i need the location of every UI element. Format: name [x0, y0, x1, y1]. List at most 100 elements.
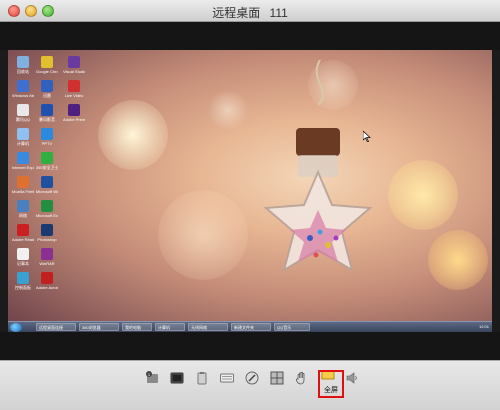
taskbar-item[interactable]: 无线网络	[188, 323, 228, 331]
fullscreen-tooltip: 全屏	[324, 387, 338, 394]
bottom-toolbar: 1	[0, 360, 500, 410]
desktop-icon-image	[17, 224, 29, 236]
bokeh-light	[158, 190, 248, 280]
desktop-icon-label: 记事本	[17, 261, 29, 266]
desktop-icon-image	[41, 272, 53, 284]
desktop-icon-image	[41, 104, 53, 116]
desktop-icon-image	[41, 80, 53, 92]
desktop-icon-label: 腾讯QQ	[15, 117, 31, 122]
desktop-icon-label: Visual Studio	[63, 69, 85, 74]
bokeh-light	[98, 100, 168, 170]
window-title-id: 111	[269, 6, 288, 20]
desktop-icon[interactable]: 暴风影音	[36, 104, 58, 122]
desktop-icon-label: 360安全卫士	[36, 165, 58, 170]
desktop-icon-image	[17, 176, 29, 188]
desktop-icon-image	[41, 56, 53, 68]
keyboard-icon[interactable]	[219, 370, 235, 386]
bokeh-light	[208, 90, 248, 130]
desktop-icon-label: Windows Media	[12, 93, 34, 98]
desktop-icon[interactable]: Google Chrome	[36, 56, 58, 74]
desktop-icon[interactable]: 迅雷	[36, 80, 58, 98]
desktop-icon[interactable]: 记事本	[12, 248, 34, 266]
desktop-icon-image	[68, 104, 80, 116]
desktop-icon[interactable]: Photoshop	[36, 224, 58, 242]
desktop-icon-image	[41, 128, 53, 140]
display-icon[interactable]	[169, 370, 185, 386]
desktop-icon[interactable]: Mozilla Firefox	[12, 176, 34, 194]
desktop-icon-image	[41, 224, 53, 236]
taskbar-item[interactable]: QQ音乐	[274, 323, 310, 331]
desktop-icon-label: Microsoft Word	[36, 189, 58, 194]
desktop-icon-label: Internet Explorer	[12, 165, 34, 170]
hand-icon[interactable]	[294, 370, 310, 386]
desktop-icon-image	[17, 200, 29, 212]
desktop-icon[interactable]: 控制面板	[12, 272, 34, 290]
desktop-icon[interactable]: Visual Studio	[63, 56, 85, 74]
grid-icon[interactable]	[269, 370, 285, 386]
bokeh-light	[428, 230, 488, 290]
sound-icon[interactable]	[344, 370, 360, 386]
taskbar-item[interactable]: 远程桌面连接	[36, 323, 76, 331]
desktop-icon-image	[17, 128, 29, 140]
desktop-icon[interactable]: Adobe Acrobat	[36, 272, 58, 290]
taskbar-item[interactable]: 360浏览器	[79, 323, 119, 331]
desktop-icon-image	[41, 248, 53, 260]
desktop-icon-label: 回收站	[17, 69, 29, 74]
desktop-icon-label: Microsoft Excel	[36, 213, 58, 218]
desktop-icon-image	[41, 152, 53, 164]
windows-taskbar: 远程桌面连接 360浏览器 我的电脑 计算机 无线网络 新建文件夹 QQ音乐 12:01	[8, 321, 492, 332]
screenshot-icon[interactable]	[244, 370, 260, 386]
desktop-icon-label: PPTV	[41, 141, 53, 146]
desktop-icon-label: Google Chrome	[36, 69, 58, 74]
desktop-icon[interactable]: Microsoft Word	[36, 176, 58, 194]
desktop-icon-image	[68, 80, 80, 92]
desktop-icon[interactable]: PPTV	[36, 128, 58, 146]
desktop-icon-label: 暴风影音	[39, 117, 55, 122]
desktop-icon-label: 迅雷	[43, 93, 51, 98]
desktop-icon-label: Photoshop	[37, 237, 57, 242]
desktop-icon-image	[17, 104, 29, 116]
fullscreen-highlight-box: 全屏	[318, 370, 344, 398]
desktop-icon-image	[17, 272, 29, 284]
taskbar-clock: 12:01	[478, 324, 489, 329]
desktop-icon[interactable]: 360安全卫士	[36, 152, 58, 170]
desktop-icon[interactable]: Internet Explorer	[12, 152, 34, 170]
desktop-icon[interactable]: 回收站	[12, 56, 34, 74]
desktop-icon[interactable]: 计算机	[12, 128, 34, 146]
taskbar-item[interactable]: 计算机	[155, 323, 185, 331]
desktop-icon-label: Adobe Acrobat	[36, 285, 58, 290]
desktop-icon-label: Adobe Premiere	[63, 117, 85, 122]
desktop-icon[interactable]: Live Video	[63, 80, 85, 98]
remote-desktop-window: 远程桌面 111 回收站 Windows Media 腾讯QQ 计算机 Internet…	[0, 0, 500, 410]
desktop-icon[interactable]: Adobe Reader	[12, 224, 34, 242]
letterbox-top	[0, 22, 500, 50]
title-bar[interactable]: 远程桌面 111	[0, 0, 500, 22]
connection-info-icon[interactable]: 1	[144, 370, 160, 386]
taskbar-item[interactable]: 我的电脑	[122, 323, 152, 331]
desktop-icon-label: Live Video	[64, 93, 84, 98]
desktop-icon-label: WinRAR	[39, 261, 55, 266]
desktop-icon[interactable]: 网络	[12, 200, 34, 218]
window-title: 远程桌面 111	[0, 4, 500, 21]
desktop-icon-image	[68, 56, 80, 68]
taskbar-item[interactable]: 新建文件夹	[231, 323, 271, 331]
desktop-icon[interactable]: Windows Media	[12, 80, 34, 98]
start-button[interactable]	[10, 323, 22, 332]
desktop-icon-image	[17, 80, 29, 92]
desktop-icon-label: Adobe Reader	[12, 237, 34, 242]
desktop-icon-image	[17, 152, 29, 164]
desktop-icon-image	[17, 248, 29, 260]
desktop-icon[interactable]: WinRAR	[36, 248, 58, 266]
desktop-icon-label: 计算机	[17, 141, 29, 146]
mouse-cursor-icon	[363, 131, 371, 142]
window-title-text: 远程桌面	[212, 6, 261, 20]
desktop-icon-image	[17, 56, 29, 68]
clipboard-icon[interactable]	[194, 370, 210, 386]
desktop-icon-label: Mozilla Firefox	[12, 189, 34, 194]
wallpaper-bottle-image	[263, 60, 373, 273]
desktop-icon[interactable]: Microsoft Excel	[36, 200, 58, 218]
desktop-icon[interactable]: 腾讯QQ	[12, 104, 34, 122]
remote-screen[interactable]: 回收站 Windows Media 腾讯QQ 计算机 Internet Explorer…	[8, 50, 492, 332]
desktop-icon[interactable]: Adobe Premiere	[63, 104, 85, 122]
desktop-icon-label: 控制面板	[15, 285, 31, 290]
